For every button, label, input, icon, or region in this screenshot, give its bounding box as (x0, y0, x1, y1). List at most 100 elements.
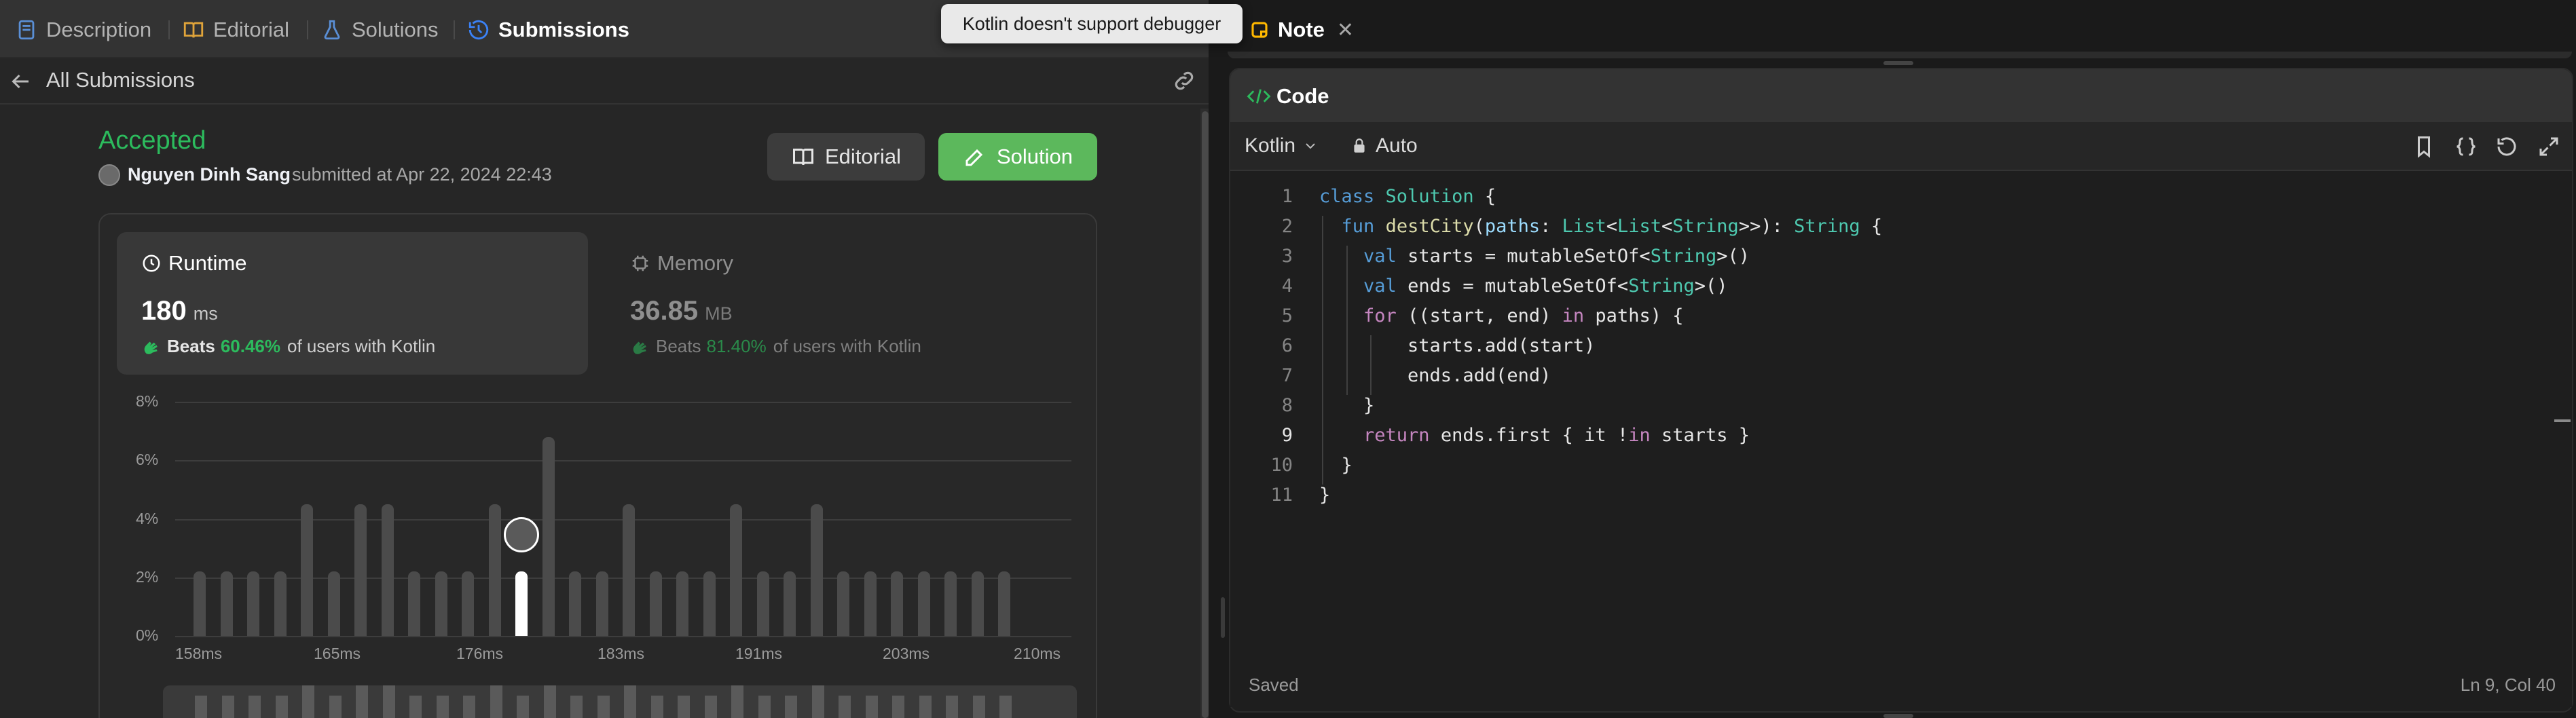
close-icon[interactable]: ✕ (1337, 18, 1354, 42)
tab-description[interactable]: Description (15, 15, 151, 45)
chart-bar[interactable] (595, 571, 608, 636)
chart-bar[interactable] (515, 571, 528, 636)
line-number: 7 (1281, 365, 1293, 386)
code-panel-title: Code (1247, 84, 1329, 109)
minimap-bar (892, 696, 904, 718)
chart-bar[interactable] (810, 504, 823, 636)
chart-bar[interactable] (220, 571, 233, 636)
chart-bar[interactable] (247, 571, 259, 636)
chart-bar[interactable] (837, 571, 849, 636)
memory-number: 36.85 (630, 296, 699, 326)
chart-bar[interactable] (891, 571, 903, 636)
chart-bar[interactable] (569, 571, 581, 636)
tab-solutions[interactable]: Solutions (320, 15, 439, 45)
code-line[interactable]: } (1319, 395, 1374, 416)
code-line[interactable]: starts.add(start) (1319, 335, 1595, 356)
code-line[interactable]: class Solution { (1319, 186, 1496, 207)
beats-percent: 60.46% (220, 336, 281, 356)
auto-mode-label: Auto (1376, 134, 1418, 157)
chart-bar[interactable] (756, 571, 769, 636)
panel-resize-handle[interactable] (1883, 61, 1913, 65)
code-title-label: Code (1276, 84, 1329, 108)
chart-bar[interactable] (676, 571, 688, 636)
solution-button[interactable]: Solution (938, 133, 1097, 181)
line-number: 9 (1281, 425, 1293, 446)
line-number: 3 (1281, 246, 1293, 267)
all-submissions-link[interactable]: All Submissions (46, 68, 195, 92)
tab-submissions[interactable]: Submissions (467, 15, 629, 45)
link-icon[interactable] (1171, 68, 1197, 94)
beats-prefix: Beats (167, 336, 215, 356)
code-line[interactable]: val ends = mutableSetOf<String>() (1319, 276, 1727, 297)
chart-bar[interactable] (944, 571, 957, 636)
chart-bar[interactable] (381, 504, 394, 636)
edit-icon (965, 149, 983, 166)
language-select[interactable]: Kotlin (1245, 134, 1319, 157)
arrow-left-icon[interactable] (8, 69, 33, 94)
chart-bar[interactable] (917, 571, 930, 636)
runtime-title: Runtime (141, 251, 246, 276)
chart-bar[interactable] (327, 571, 340, 636)
code-editor[interactable] (1230, 171, 2572, 653)
runtime-title-label: Runtime (168, 251, 247, 275)
scrollbar-thumb[interactable] (1202, 111, 1209, 718)
chart-bar[interactable] (408, 571, 420, 636)
expand-icon[interactable] (2537, 134, 2561, 159)
tab-editorial[interactable]: Editorial (182, 15, 289, 45)
runtime-beats: Beats 60.46% of users with Kotlin (141, 336, 435, 357)
chart-bar[interactable] (864, 571, 877, 636)
note-tab-label: Note (1278, 18, 1325, 41)
chart-bar[interactable] (354, 504, 367, 636)
note-panel-edge (1228, 52, 2572, 58)
solution-button-label: Solution (996, 145, 1073, 168)
code-line[interactable]: for ((start, end) in paths) { (1319, 305, 1683, 326)
reset-icon[interactable] (2495, 134, 2519, 159)
tab-note[interactable]: Note ✕ (1249, 16, 1354, 43)
y-tick-label: 2% (136, 567, 159, 586)
my-submission-avatar[interactable] (504, 517, 539, 553)
chart-bar[interactable] (998, 571, 1010, 636)
debugger-tooltip: Kotlin doesn't support debugger (941, 4, 1243, 43)
code-line[interactable]: } (1319, 455, 1353, 476)
chart-bar[interactable] (784, 571, 796, 636)
code-line[interactable]: return ends.first { it !in starts } (1319, 425, 1750, 446)
format-braces-icon[interactable] (2454, 134, 2478, 159)
minimap-bar (811, 685, 824, 718)
chart-bar[interactable] (542, 436, 555, 636)
line-number: 5 (1281, 305, 1293, 326)
minimap-bar (999, 696, 1012, 718)
code-line[interactable]: ends.add(end) (1319, 365, 1551, 386)
code-line[interactable]: fun destCity(paths: List<List<String>>):… (1319, 216, 1883, 237)
panel-resize-handle[interactable] (1883, 714, 1913, 718)
tab-label: Description (46, 18, 152, 41)
memory-title[interactable]: Memory (630, 251, 733, 276)
chart-bar[interactable] (703, 571, 716, 636)
pane-resize-handle[interactable] (1221, 597, 1225, 638)
chart-bar[interactable] (971, 571, 984, 636)
code-icon (1247, 89, 1271, 104)
y-tick-label: 8% (136, 392, 159, 410)
chart-range-selector[interactable] (163, 685, 1077, 718)
tab-label: Solutions (352, 18, 439, 41)
minimap-bar (704, 696, 717, 718)
editorial-button[interactable]: Editorial (767, 133, 925, 181)
chart-bar[interactable] (623, 504, 635, 636)
minimap-bar (624, 685, 636, 718)
chart-bar[interactable] (301, 504, 313, 636)
submitter-name[interactable]: Nguyen Dinh Sang (128, 164, 291, 185)
chart-bar[interactable] (274, 571, 287, 636)
chart-bar[interactable] (488, 504, 501, 636)
chart-bar[interactable] (649, 571, 662, 636)
tab-label: Editorial (213, 18, 289, 41)
chart-bar[interactable] (435, 571, 447, 636)
editorial-button-label: Editorial (825, 145, 901, 168)
code-line[interactable]: } (1319, 485, 1330, 506)
auto-mode-toggle[interactable]: Auto (1351, 134, 1418, 157)
chart-bar[interactable] (730, 504, 742, 636)
chart-bar[interactable] (462, 571, 474, 636)
code-line[interactable]: val starts = mutableSetOf<String>() (1319, 246, 1750, 267)
chart-bar[interactable] (194, 571, 206, 636)
submitted-timestamp: submitted at Apr 22, 2024 22:43 (292, 164, 552, 185)
avatar[interactable] (98, 164, 120, 186)
bookmark-icon[interactable] (2412, 134, 2436, 159)
